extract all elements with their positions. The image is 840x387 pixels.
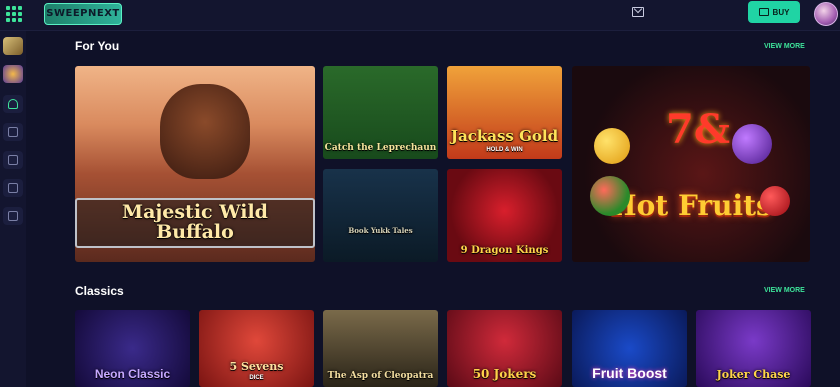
buy-label: BUY xyxy=(772,7,790,17)
cherry-artwork xyxy=(760,186,790,216)
sidebar-item-2[interactable] xyxy=(3,123,23,141)
apps-grid-icon[interactable] xyxy=(6,6,22,22)
sidebar-item-5[interactable] xyxy=(3,207,23,225)
game-title-text: 5 Sevens xyxy=(229,360,284,374)
game-tile-fruit-boost[interactable]: Fruit Boost xyxy=(572,310,687,387)
buy-button[interactable]: BUY xyxy=(748,1,800,23)
game-subtitle: HOLD & WIN xyxy=(486,146,523,153)
game-tile-catch-the-leprechaun[interactable]: Catch the Leprechaun xyxy=(323,66,438,159)
game-title: Book Yukk Tales xyxy=(348,225,413,235)
game-title: Joker Chase xyxy=(716,368,791,382)
game-tile-hot-fruits[interactable]: 7& Hot Fruits xyxy=(572,66,810,262)
game-tile-jackass-gold[interactable]: Jackass Gold HOLD & WIN xyxy=(447,66,562,159)
home-icon xyxy=(8,99,18,109)
lemon-artwork xyxy=(594,128,630,164)
avatar[interactable] xyxy=(814,2,838,26)
game-title: 5 Sevens DICE xyxy=(229,361,283,381)
game-tile-the-asp-of-cleopatra[interactable]: The Asp of Cleopatra xyxy=(323,310,438,387)
game-title: Catch the Leprechaun xyxy=(324,142,437,153)
view-more-for-you[interactable]: VIEW MORE xyxy=(764,43,805,50)
chat-icon xyxy=(8,183,18,193)
game-tile-50-jokers[interactable]: 50 Jokers xyxy=(447,310,562,387)
game-title: Hot Fruits xyxy=(610,188,772,222)
section-title-classics: Classics xyxy=(75,284,124,298)
mail-icon[interactable] xyxy=(632,7,644,17)
game-title: Majestic Wild Buffalo xyxy=(75,198,315,248)
game-subtitle: DICE xyxy=(249,374,264,381)
view-more-classics[interactable]: VIEW MORE xyxy=(764,287,805,294)
sidebar-item-3[interactable] xyxy=(3,151,23,169)
copy-icon xyxy=(8,211,18,221)
seven-badge: 7& xyxy=(666,106,730,153)
wallet-icon xyxy=(758,8,769,16)
watermelon-artwork xyxy=(590,176,630,216)
logo[interactable]: SWEEPNEXT xyxy=(44,3,122,25)
plum-artwork xyxy=(732,124,772,164)
sidebar xyxy=(0,31,26,387)
game-tile-5-sevens-dice[interactable]: 5 Sevens DICE xyxy=(199,310,314,387)
sidebar-promo-2[interactable] xyxy=(3,65,23,83)
game-title: Jackass Gold HOLD & WIN xyxy=(450,126,559,153)
store-icon xyxy=(8,155,18,165)
gift-icon xyxy=(8,127,18,137)
sidebar-item-4[interactable] xyxy=(3,179,23,197)
game-tile-joker-chase[interactable]: Joker Chase xyxy=(696,310,811,387)
game-title: The Asp of Cleopatra xyxy=(327,370,434,381)
game-title: 9 Dragon Kings xyxy=(460,244,549,256)
game-tile-majestic-wild-buffalo[interactable]: Majestic Wild Buffalo xyxy=(75,66,315,262)
game-title: 50 Jokers xyxy=(472,367,537,382)
game-tile-9-dragon-kings[interactable]: 9 Dragon Kings xyxy=(447,169,562,262)
game-title-text: Jackass Gold xyxy=(450,126,559,145)
game-tile-neon-classic[interactable]: Neon Classic xyxy=(75,310,190,387)
game-title: Neon Classic xyxy=(94,367,171,382)
sidebar-promo-1[interactable] xyxy=(3,37,23,55)
sidebar-item-home[interactable] xyxy=(3,95,23,113)
game-tile-book-yukk-tales[interactable]: Book Yukk Tales xyxy=(323,169,438,262)
section-title-for-you: For You xyxy=(75,39,120,53)
game-title: Fruit Boost xyxy=(592,365,667,382)
top-bar: SWEEPNEXT BUY xyxy=(0,0,840,31)
buffalo-artwork xyxy=(160,84,250,179)
